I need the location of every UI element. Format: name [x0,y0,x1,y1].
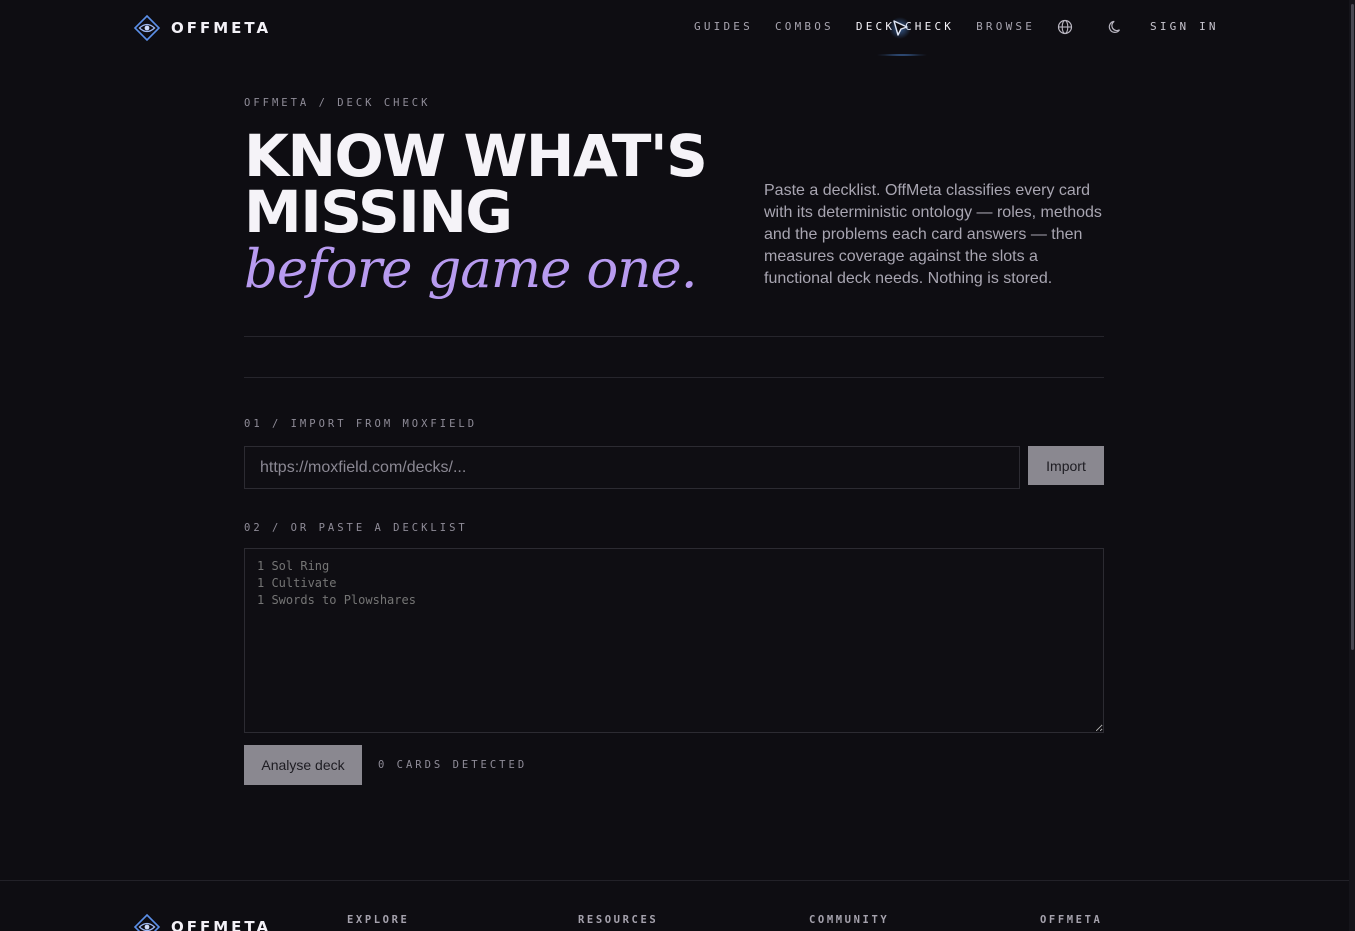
footer-brand-link[interactable]: OFFMETA [133,913,271,931]
paste-section-label: 02 / OR PASTE A DECKLIST [244,522,468,534]
eye-diamond-logo-icon [133,913,161,931]
nav-browse[interactable]: BROWSE [976,20,1035,33]
import-section-label: 01 / IMPORT FROM MOXFIELD [244,418,478,430]
globe-icon [1057,19,1073,35]
nav-guides[interactable]: GUIDES [694,20,753,33]
intro-paragraph: Paste a decklist. OffMeta classifies eve… [764,182,1102,287]
decklist-textarea[interactable] [244,548,1104,733]
breadcrumb: OFFMETA / DECK CHECK [244,97,431,109]
cards-detected-status: 0 CARDS DETECTED [378,759,528,771]
footer-heading-community: COMMUNITY [809,914,890,926]
active-nav-indicator [876,54,928,56]
theme-toggle-button[interactable] [1107,18,1125,36]
footer-heading-explore: EXPLORE [347,914,410,926]
sign-in-link[interactable]: SIGN IN [1150,20,1219,33]
brand-logo-link[interactable]: OFFMETA [133,14,271,42]
moon-icon [1108,20,1121,33]
footer: OFFMETA EXPLORE RESOURCES COMMUNITY OFFM… [0,880,1349,931]
language-button[interactable] [1056,18,1074,36]
import-button[interactable]: Import [1028,446,1104,485]
moxfield-url-input[interactable] [244,446,1020,489]
divider [244,377,1104,378]
footer-heading-resources: RESOURCES [578,914,659,926]
top-navbar: OFFMETA GUIDES COMBOS DECK CHECK BROWSE … [0,0,1355,56]
page-scrollbar[interactable] [1349,0,1355,931]
page: OFFMETA GUIDES COMBOS DECK CHECK BROWSE … [0,0,1355,931]
main-nav: GUIDES COMBOS DECK CHECK BROWSE [694,20,1057,33]
scrollbar-thumb[interactable] [1351,4,1354,650]
brand-name: OFFMETA [171,19,272,37]
footer-brand-name: OFFMETA [171,918,272,931]
eye-diamond-logo-icon [133,14,161,42]
page-subtitle-italic: before game one. [244,239,698,300]
page-title: KNOW WHAT'S MISSING [244,122,708,246]
footer-heading-offmeta: OFFMETA [1040,914,1103,926]
analyse-deck-button[interactable]: Analyse deck [244,745,362,785]
divider [244,336,1104,337]
nav-combos[interactable]: COMBOS [775,20,834,33]
mouse-cursor-icon [889,17,911,39]
